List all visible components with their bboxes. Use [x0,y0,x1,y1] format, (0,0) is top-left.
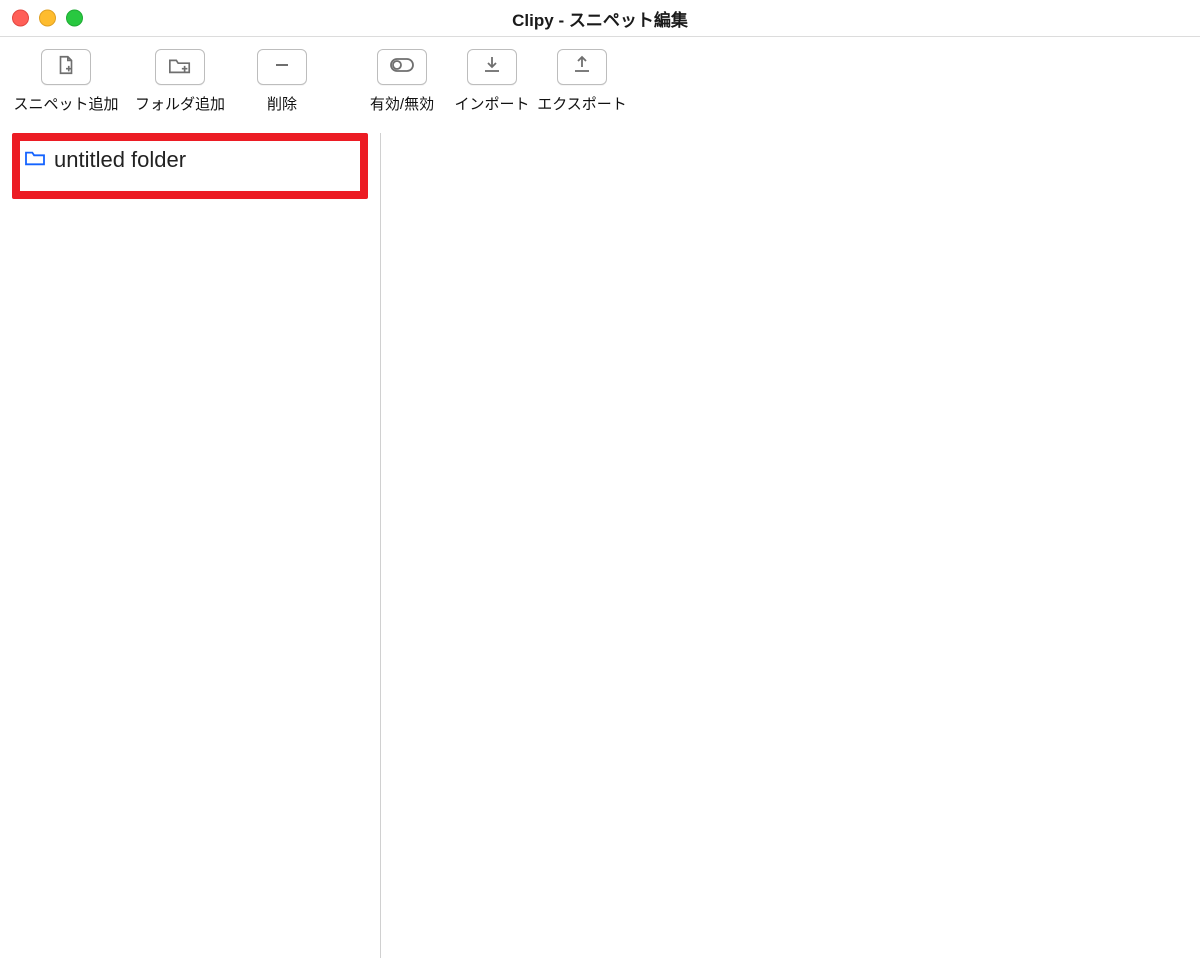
tool-import: インポート [452,49,532,114]
folder-list[interactable]: untitled folder [0,133,381,958]
tool-add-snippet: スニペット追加 [14,49,118,114]
import-button[interactable] [467,49,517,85]
enable-disable-button[interactable] [377,49,427,85]
export-label: エクスポート [537,93,627,114]
toolbar-group-actions: 有効/無効 インポート [362,49,622,114]
toolbar-group-edit: スニペット追加 フォルダ追加 削除 [0,49,322,114]
window-title: Clipy - スニペット編集 [0,6,1200,31]
folder-icon [24,149,46,172]
delete-label: 削除 [267,93,297,114]
sidebar-item-folder-highlighted[interactable]: untitled folder [12,133,368,199]
add-snippet-button[interactable] [41,49,91,85]
main-area: untitled folder [0,133,1200,958]
minimize-window-button[interactable] [39,10,56,27]
add-file-icon [55,54,77,81]
toolbar: スニペット追加 フォルダ追加 削除 [0,37,1200,133]
zoom-window-button[interactable] [66,10,83,27]
title-bar: Clipy - スニペット編集 [0,0,1200,37]
add-snippet-label: スニペット追加 [14,93,119,114]
delete-button[interactable] [257,49,307,85]
folder-label: untitled folder [54,147,186,173]
add-folder-icon [168,54,192,81]
tool-enable-disable: 有効/無効 [362,49,442,114]
snippet-editor-pane[interactable] [381,133,1200,958]
toggle-icon [389,56,415,79]
add-folder-button[interactable] [155,49,205,85]
close-window-button[interactable] [12,10,29,27]
minus-icon [272,55,292,80]
export-button[interactable] [557,49,607,85]
tool-add-folder: フォルダ追加 [128,49,232,114]
import-label: インポート [454,93,529,114]
export-icon [571,54,593,81]
window-controls [12,10,83,27]
add-folder-label: フォルダ追加 [135,93,225,114]
import-icon [481,54,503,81]
tool-delete: 削除 [242,49,322,114]
enable-disable-label: 有効/無効 [370,93,434,114]
tool-export: エクスポート [542,49,622,114]
